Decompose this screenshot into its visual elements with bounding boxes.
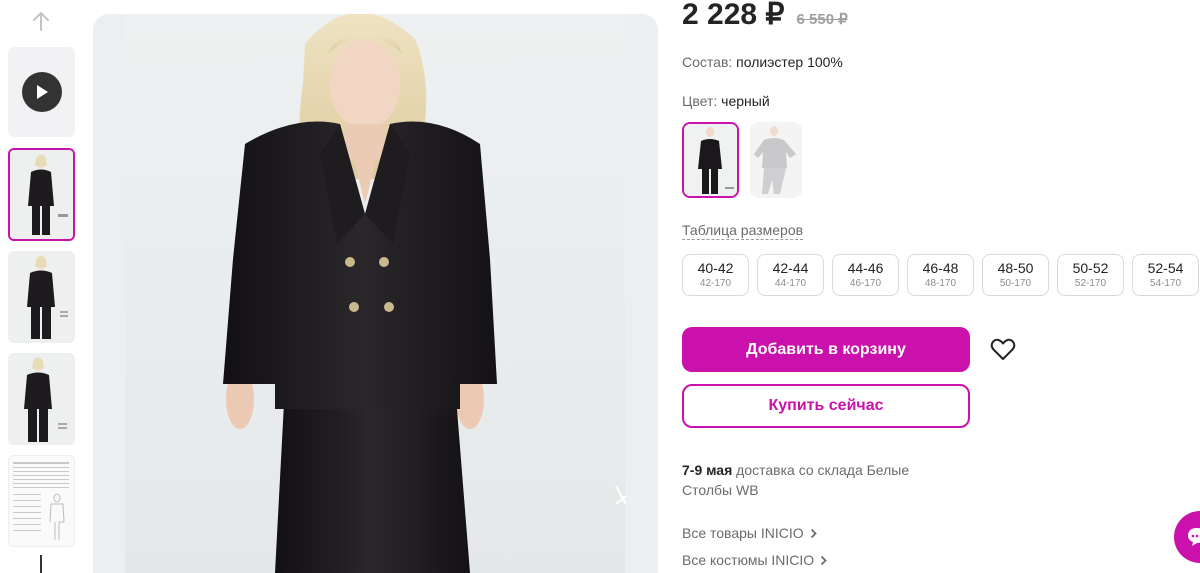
video-thumbnail[interactable] — [8, 47, 75, 137]
all-suits-label: Все костюмы INICIO — [682, 552, 815, 568]
color-label: Цвет: — [682, 93, 718, 109]
size-height: 44-170 — [774, 278, 807, 289]
color-value: черный — [721, 93, 770, 109]
size-height: 50-170 — [999, 278, 1032, 289]
size-option[interactable]: 52-54 54-170 — [1132, 254, 1199, 296]
composition-row: Состав: полиэстер 100% — [682, 53, 843, 71]
color-swatch-grey[interactable] — [750, 122, 802, 198]
thumbnail-1[interactable] — [8, 148, 75, 241]
chat-bubble-icon — [1188, 528, 1200, 546]
size-height: 52-170 — [1074, 278, 1107, 289]
chevron-right-icon — [821, 555, 827, 565]
size-height: 46-170 — [849, 278, 882, 289]
all-products-label: Все товары INICIO — [682, 525, 804, 541]
size-height: 42-170 — [699, 278, 732, 289]
size-option[interactable]: 42-44 44-170 — [757, 254, 824, 296]
size-label: 44-46 — [847, 260, 884, 276]
size-selector: 40-42 42-170 42-44 44-170 44-46 46-170 4… — [682, 254, 1199, 296]
scroll-down-arrow-icon[interactable] — [30, 555, 52, 573]
buy-now-button[interactable]: Купить сейчас — [682, 384, 970, 428]
size-height: 54-170 — [1149, 278, 1182, 289]
color-row: Цвет: черный — [682, 92, 770, 110]
main-product-image[interactable] — [93, 14, 658, 573]
size-option[interactable]: 40-42 42-170 — [682, 254, 749, 296]
size-option[interactable]: 50-52 52-170 — [1057, 254, 1124, 296]
size-table-link[interactable]: Таблица размеров — [682, 222, 804, 240]
size-option[interactable]: 44-46 46-170 — [832, 254, 899, 296]
play-icon — [21, 72, 62, 112]
color-swatch-black[interactable] — [682, 122, 739, 198]
delivery-info: 7-9 мая доставка со склада Белые Столбы … — [682, 460, 942, 500]
composition-label: Состав: — [682, 54, 733, 70]
all-products-link[interactable]: Все товары INICIO — [682, 525, 817, 541]
thumbnail-3[interactable] — [8, 353, 75, 445]
all-suits-link[interactable]: Все костюмы INICIO — [682, 552, 827, 568]
product-photo — [125, 14, 625, 573]
size-label: 46-48 — [922, 260, 959, 276]
thumbnail-2[interactable] — [8, 251, 75, 343]
size-label: 42-44 — [772, 260, 809, 276]
current-price: 2 228 ₽ — [682, 0, 785, 31]
chevron-right-icon — [810, 528, 817, 538]
size-label: 48-50 — [997, 260, 1034, 276]
size-option[interactable]: 48-50 50-170 — [982, 254, 1049, 296]
sparkle-icon — [615, 485, 627, 505]
size-label: 40-42 — [697, 260, 734, 276]
scroll-up-arrow-icon[interactable] — [28, 8, 54, 34]
add-to-cart-button[interactable]: Добавить в корзину — [682, 327, 970, 372]
delivery-date: 7-9 мая — [682, 462, 733, 478]
price-block: 2 228 ₽ 6 550 ₽ — [682, 0, 848, 32]
size-label: 52-54 — [1147, 260, 1184, 276]
size-label: 50-52 — [1072, 260, 1109, 276]
composition-value: полиэстер 100% — [736, 54, 843, 70]
chat-button[interactable] — [1174, 511, 1200, 563]
old-price: 6 550 ₽ — [796, 11, 848, 28]
size-height: 48-170 — [924, 278, 957, 289]
thumbnail-gallery — [0, 0, 84, 573]
size-option[interactable]: 46-48 48-170 — [907, 254, 974, 296]
thumbnail-size-chart[interactable] — [8, 455, 75, 547]
color-swatches — [682, 122, 802, 198]
heart-icon[interactable] — [990, 338, 1016, 362]
